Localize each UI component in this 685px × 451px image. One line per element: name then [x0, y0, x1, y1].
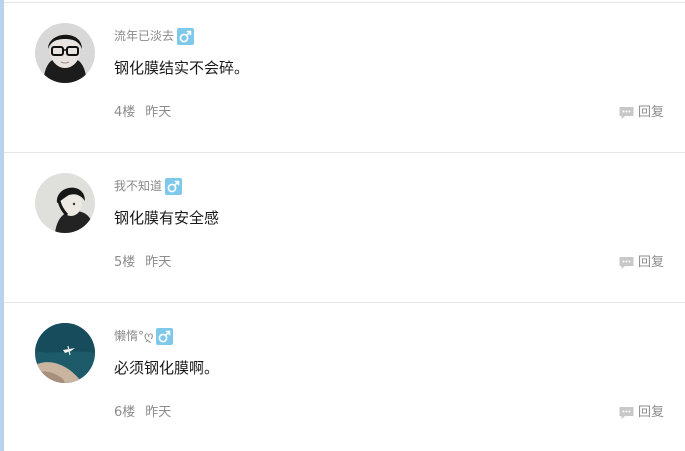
timestamp: 昨天	[145, 255, 172, 270]
reply-label: 回复	[637, 105, 664, 120]
comment-bubble-icon	[618, 256, 635, 270]
user-row: 懒惰°ღ	[114, 327, 174, 345]
floor-number: 4楼	[114, 105, 136, 120]
timestamp: 昨天	[145, 105, 172, 120]
comment-text: 必须钢化膜啊。	[114, 359, 220, 377]
avatar[interactable]	[35, 23, 95, 83]
comment-bubble-icon	[618, 106, 635, 120]
comment-item: 我不知道 钢化膜有安全感 5楼 昨天 回复	[4, 153, 685, 303]
username[interactable]: 懒惰°ღ	[114, 327, 153, 345]
avatar[interactable]	[35, 173, 95, 233]
male-icon	[165, 177, 183, 195]
male-icon	[156, 327, 174, 345]
reply-label: 回复	[637, 405, 664, 420]
comment-item: 懒惰°ღ 必须钢化膜啊。 6楼 昨天 回复	[4, 303, 685, 451]
timestamp: 昨天	[145, 405, 172, 420]
comment-text: 钢化膜有安全感	[114, 209, 220, 227]
avatar[interactable]	[35, 323, 95, 383]
reply-button[interactable]: 回复	[618, 104, 664, 122]
comment-meta: 4楼 昨天	[114, 104, 171, 122]
comment-list-page: 流年已淡去 钢化膜结实不会碎。 4楼 昨天 回复 我不知道 钢化膜有安全感 5楼…	[0, 0, 685, 451]
reply-button[interactable]: 回复	[618, 404, 664, 422]
user-row: 我不知道	[114, 177, 183, 195]
username[interactable]: 我不知道	[114, 177, 162, 195]
comment-bubble-icon	[618, 406, 635, 420]
floor-number: 6楼	[114, 405, 136, 420]
reply-label: 回复	[637, 255, 664, 270]
username[interactable]: 流年已淡去	[114, 27, 174, 45]
comment-text: 钢化膜结实不会碎。	[114, 59, 250, 77]
floor-number: 5楼	[114, 255, 136, 270]
comment-meta: 5楼 昨天	[114, 254, 171, 272]
male-icon	[177, 27, 195, 45]
comment-item: 流年已淡去 钢化膜结实不会碎。 4楼 昨天 回复	[4, 3, 685, 153]
comment-meta: 6楼 昨天	[114, 404, 171, 422]
user-row: 流年已淡去	[114, 27, 195, 45]
reply-button[interactable]: 回复	[618, 254, 664, 272]
